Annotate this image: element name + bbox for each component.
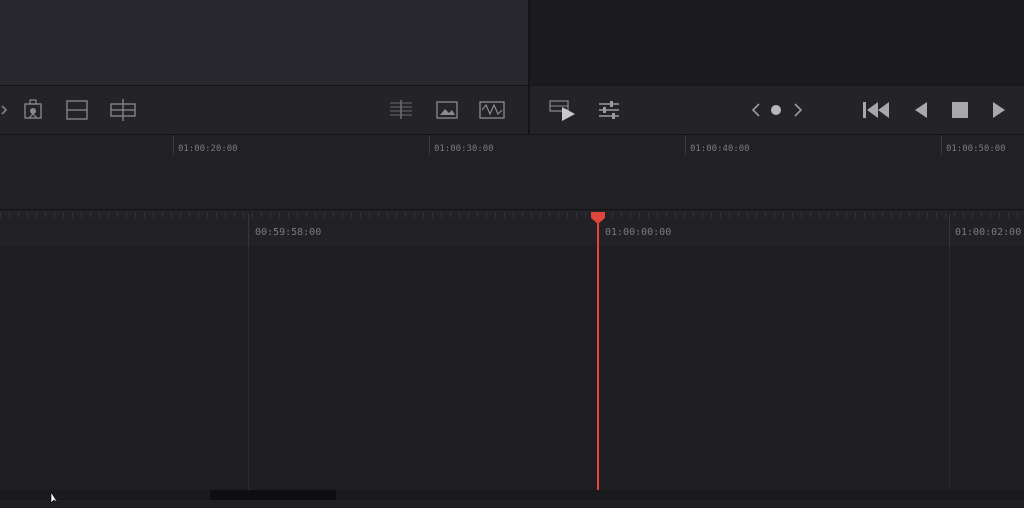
go-to-start-icon[interactable] [858,94,894,126]
grid-line [248,246,249,490]
overwrite-icon[interactable] [62,94,92,126]
upper-timecode: 01:00:20:00 [178,144,238,154]
previous-icon[interactable] [748,94,764,126]
bottom-bar [0,490,1024,500]
source-viewer [0,0,528,85]
timeline-viewer [530,0,1024,85]
ruler-tick [429,135,430,155]
play-reverse-icon[interactable] [908,94,934,126]
ruler-tick [941,135,942,155]
waveform-icon[interactable] [476,94,508,126]
place-on-top-icon[interactable] [106,94,140,126]
stop-icon[interactable] [946,94,974,126]
ruler-minor-ticks [0,212,1024,218]
play-icon[interactable] [986,94,1012,126]
play-clip-icon[interactable] [546,94,580,126]
lower-timecode: 01:00:00:00 [605,227,672,238]
dot-icon[interactable] [768,94,784,126]
panel-divider[interactable] [528,0,530,135]
upper-timecode: 01:00:40:00 [690,144,750,154]
playhead-line[interactable] [597,220,599,492]
upper-timecode: 01:00:50:00 [946,144,1006,154]
edit-toolbar [0,85,1024,135]
lower-timecode: 00:59:58:00 [255,227,322,238]
mini-timeline[interactable]: 01:00:20:00 01:00:30:00 01:00:40:00 01:0… [0,135,1024,210]
playhead-handle[interactable] [590,210,606,224]
adjustments-icon[interactable] [594,94,624,126]
ruler-tick [248,214,249,248]
mouse-cursor-icon [50,489,60,508]
replace-clip-icon[interactable] [18,94,48,126]
ruler-tick [685,135,686,155]
upper-timecode: 01:00:30:00 [434,144,494,154]
grid-line [949,246,950,490]
image-icon[interactable] [432,94,462,126]
next-icon[interactable] [790,94,806,126]
ruler-tick [949,214,950,248]
chevron-right-icon[interactable] [0,94,10,126]
ruler-tick [173,135,174,155]
bottom-segment [210,490,336,500]
lower-timecode: 01:00:02:00 [955,227,1022,238]
timeline-tracks[interactable] [0,246,1024,490]
trim-mode-icon[interactable] [386,94,416,126]
